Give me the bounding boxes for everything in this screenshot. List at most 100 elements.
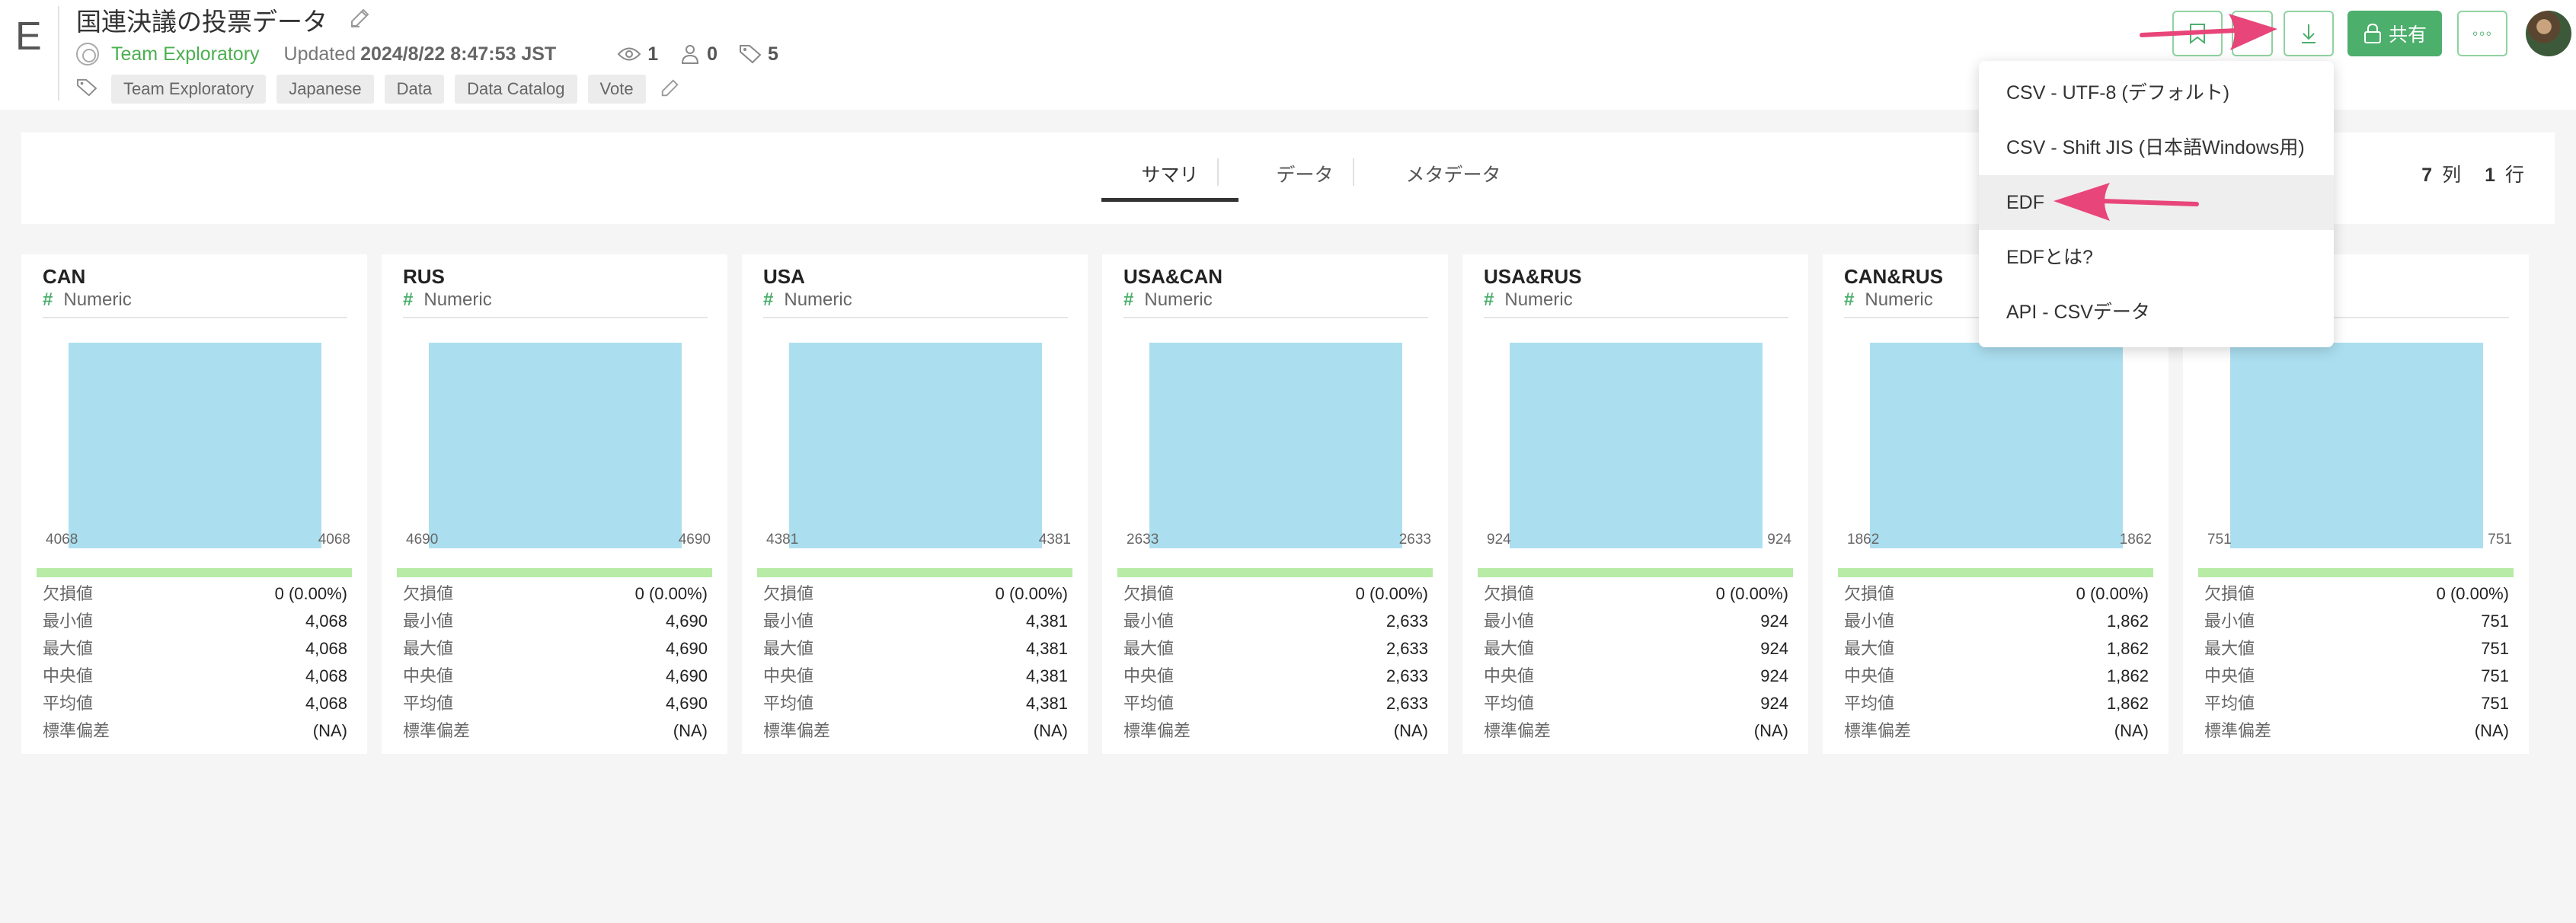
menu-item-csv-utf8[interactable]: CSV - UTF-8 (デフォルト) [1979, 65, 2334, 120]
stat-row: 平均値 4,690 [403, 690, 708, 717]
stat-value: 4,068 [305, 612, 347, 631]
histogram[interactable]: 4690 4690 [406, 327, 711, 548]
tab-metadata[interactable]: メタデータ [1385, 160, 1522, 187]
columns-count: 7 [2421, 164, 2433, 186]
column-card[interactable]: USA&CAN # Numeric 2633 2633 欠損値 0 (0.00%) 最小値 2,… [1102, 254, 1448, 754]
columns-label: 列 [2442, 164, 2462, 186]
menu-item-api-csv[interactable]: API - CSVデータ [1979, 285, 2334, 340]
stat-row: 中央値 4,068 [43, 663, 347, 690]
column-name[interactable]: USA&CAN [1123, 265, 1222, 289]
column-type-label: Numeric [1865, 289, 1933, 310]
stat-label: 欠損値 [2204, 584, 2255, 603]
tab-summary[interactable]: サマリ [1117, 160, 1223, 187]
histogram-bar[interactable] [1510, 343, 1763, 548]
stat-value: 0 (0.00%) [2436, 584, 2509, 603]
histogram[interactable]: 2633 2633 [1127, 327, 1431, 548]
histogram-bar[interactable] [429, 343, 682, 548]
column-stats: 欠損値 0 (0.00%) 最小値 751 最大値 751 中央値 751 平均値 751 標準偏差… [2204, 580, 2509, 745]
tag-chip[interactable]: Data Catalog [455, 75, 577, 104]
stat-value: 924 [1760, 639, 1788, 658]
share-label: 共有 [2388, 24, 2427, 46]
download-button[interactable] [2284, 11, 2334, 56]
stat-row: 最小値 751 [2204, 608, 2509, 635]
column-name[interactable]: USA&RUS [1484, 265, 1582, 289]
column-name[interactable]: CAN [43, 265, 85, 289]
histogram-range-max: 2633 [1398, 532, 1431, 548]
histogram[interactable]: 1862 1862 [1847, 327, 2152, 548]
column-card[interactable]: CAN # Numeric 4068 4068 欠損値 0 (0.00%) 最小値 4,068 最… [21, 254, 367, 754]
stat-value: 1,862 [2106, 612, 2149, 631]
stat-value: 4,381 [1025, 694, 1068, 713]
stat-label: 欠損値 [1123, 584, 1175, 603]
tag-chip[interactable]: Team Exploratory [111, 75, 267, 104]
edit-title-icon[interactable] [349, 6, 372, 29]
stat-row: 平均値 2,633 [1123, 690, 1428, 717]
stat-label: 中央値 [1123, 666, 1175, 685]
edit-tags-icon[interactable] [660, 77, 681, 102]
stat-row: 平均値 1,862 [1844, 690, 2149, 717]
column-header-divider [1484, 317, 1788, 318]
column-name[interactable]: USA [763, 265, 805, 289]
column-type: # Numeric [403, 289, 492, 311]
histogram-bar[interactable] [1870, 343, 2123, 548]
stat-label: 最大値 [2204, 639, 2255, 658]
menu-item-csv-sjis[interactable]: CSV - Shift JIS (日本語Windows用) [1979, 120, 2334, 175]
stat-row: 標準偏差 (NA) [1844, 717, 2149, 745]
stat-label: 最小値 [1123, 612, 1175, 631]
stat-label: 平均値 [763, 694, 814, 713]
stat-label: 中央値 [1844, 666, 1895, 685]
histogram-bar[interactable] [789, 343, 1042, 548]
app-logo[interactable]: E [15, 14, 42, 59]
views-stat: 1 [617, 43, 658, 65]
updated-label: Updated [283, 43, 356, 65]
numeric-type-icon: # [43, 289, 53, 310]
column-card[interactable]: USA&RUS # Numeric 924 924 欠損値 0 (0.00%) 最小値 924 最… [1462, 254, 1808, 754]
stat-row: 最小値 924 [1484, 608, 1788, 635]
column-card[interactable]: USA # Numeric 4381 4381 欠損値 0 (0.00%) 最小値 4,381 最… [742, 254, 1088, 754]
column-name[interactable]: CAN&RUS [1844, 265, 1943, 289]
valid-values-bar [37, 568, 352, 577]
histogram-bar[interactable] [1149, 343, 1402, 548]
histogram-bar[interactable] [69, 343, 321, 548]
histogram-range-min: 2633 [1127, 532, 1159, 548]
user-download-icon [682, 45, 699, 64]
stat-value: 4,068 [305, 666, 347, 685]
tag-chip[interactable]: Vote [587, 75, 646, 104]
more-button[interactable]: ◦◦◦ [2457, 11, 2507, 56]
tag-chip[interactable]: Japanese [276, 75, 374, 104]
page-title: 国連決議の投票データ [76, 8, 328, 36]
updated-value: 2024/8/22 8:47:53 JST [360, 43, 557, 65]
column-type: # Numeric [1123, 289, 1213, 311]
stat-label: 平均値 [403, 694, 454, 713]
stat-value: 924 [1760, 612, 1788, 631]
stat-row: 最大値 4,690 [403, 635, 708, 663]
histogram[interactable]: 4381 4381 [766, 327, 1071, 548]
column-card[interactable]: RUS # Numeric 4690 4690 欠損値 0 (0.00%) 最小値 4,690 最… [382, 254, 727, 754]
histogram[interactable]: 924 924 [1487, 327, 1791, 548]
tag-chip[interactable]: Data [384, 75, 445, 104]
menu-item-edf-about[interactable]: EDFとは? [1979, 230, 2334, 285]
team-link[interactable]: Team Exploratory [111, 43, 260, 65]
user-avatar[interactable] [2526, 11, 2571, 56]
tag-icon [740, 45, 762, 64]
stat-value: 0 (0.00%) [634, 584, 708, 603]
rows-count: 1 [2485, 164, 2496, 186]
stat-row: 平均値 751 [2204, 690, 2509, 717]
stat-label: 平均値 [1484, 694, 1535, 713]
stat-label: 欠損値 [1484, 584, 1535, 603]
column-stats: 欠損値 0 (0.00%) 最小値 2,633 最大値 2,633 中央値 2,633 平均値 2… [1123, 580, 1428, 745]
stat-row: 標準偏差 (NA) [2204, 717, 2509, 745]
dimensions: 7 列 1 行 [2421, 160, 2524, 187]
histogram-bar[interactable] [2230, 343, 2483, 548]
histogram[interactable]: 751 751 [2207, 327, 2512, 548]
stat-row: 標準偏差 (NA) [1123, 717, 1428, 745]
share-button[interactable]: 共有 [2347, 11, 2442, 56]
column-name[interactable]: RUS [403, 265, 445, 289]
stat-label: 標準偏差 [763, 721, 831, 740]
team-avatar [76, 43, 99, 65]
stat-row: 中央値 2,633 [1123, 663, 1428, 690]
histogram[interactable]: 4068 4068 [46, 327, 350, 548]
column-stats: 欠損値 0 (0.00%) 最小値 4,068 最大値 4,068 中央値 4,068 平均値 4… [43, 580, 347, 745]
tab-data[interactable]: データ [1248, 160, 1362, 187]
stat-row: 最大値 2,633 [1123, 635, 1428, 663]
